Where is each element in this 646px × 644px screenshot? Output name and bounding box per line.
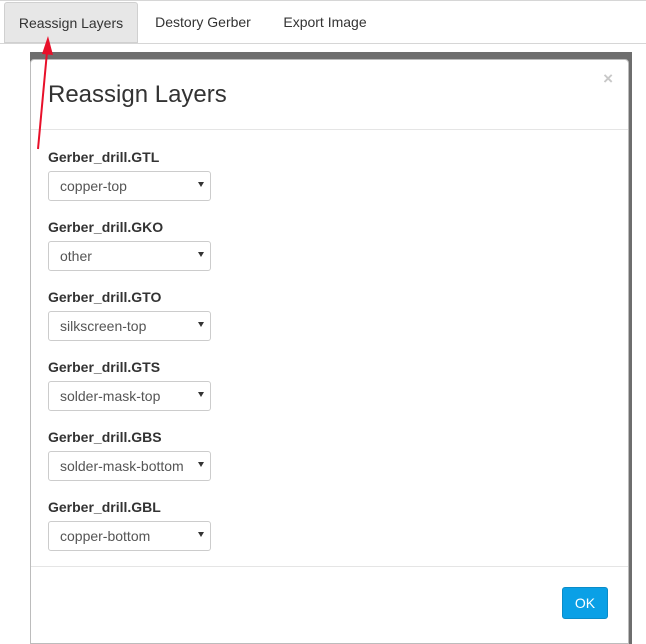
- field-label-gts: Gerber_drill.GTS: [48, 359, 161, 375]
- select-value: solder-mask-bottom: [60, 458, 184, 474]
- tab-destory-gerber[interactable]: Destory Gerber: [140, 2, 266, 43]
- modal-title: Reassign Layers: [48, 81, 227, 108]
- reassign-layers-dialog: Reassign Layers × Gerber_drill.GTL coppe…: [30, 59, 629, 644]
- field-label-gbl: Gerber_drill.GBL: [48, 499, 161, 515]
- ok-button[interactable]: OK: [562, 587, 608, 619]
- layer-select-gko[interactable]: other: [48, 241, 211, 271]
- chevron-down-icon: [198, 252, 204, 257]
- chevron-down-icon: [198, 322, 204, 327]
- select-value: copper-top: [60, 178, 127, 194]
- field-label-gto: Gerber_drill.GTO: [48, 289, 162, 305]
- field-label-gtl: Gerber_drill.GTL: [48, 149, 160, 165]
- modal-header: Reassign Layers ×: [31, 60, 628, 130]
- tab-bar: Reassign Layers Destory Gerber Export Im…: [0, 0, 646, 44]
- select-value: solder-mask-top: [60, 388, 161, 404]
- field-label-gbs: Gerber_drill.GBS: [48, 429, 162, 445]
- chevron-down-icon: [198, 182, 204, 187]
- select-value: copper-bottom: [60, 528, 151, 544]
- field-label-gko: Gerber_drill.GKO: [48, 219, 164, 235]
- close-icon[interactable]: ×: [603, 69, 613, 89]
- select-value: silkscreen-top: [60, 318, 147, 334]
- chevron-down-icon: [198, 532, 204, 537]
- tab-export-image[interactable]: Export Image: [268, 2, 382, 43]
- layer-select-gts[interactable]: solder-mask-top: [48, 381, 211, 411]
- chevron-down-icon: [198, 462, 204, 467]
- layer-select-gto[interactable]: silkscreen-top: [48, 311, 211, 341]
- layer-select-gbs[interactable]: solder-mask-bottom: [48, 451, 211, 481]
- layer-select-gtl[interactable]: copper-top: [48, 171, 211, 201]
- modal-footer: OK: [31, 566, 628, 644]
- tab-reassign-layers[interactable]: Reassign Layers: [4, 2, 138, 43]
- layer-select-gbl[interactable]: copper-bottom: [48, 521, 211, 551]
- select-value: other: [60, 248, 92, 264]
- chevron-down-icon: [198, 392, 204, 397]
